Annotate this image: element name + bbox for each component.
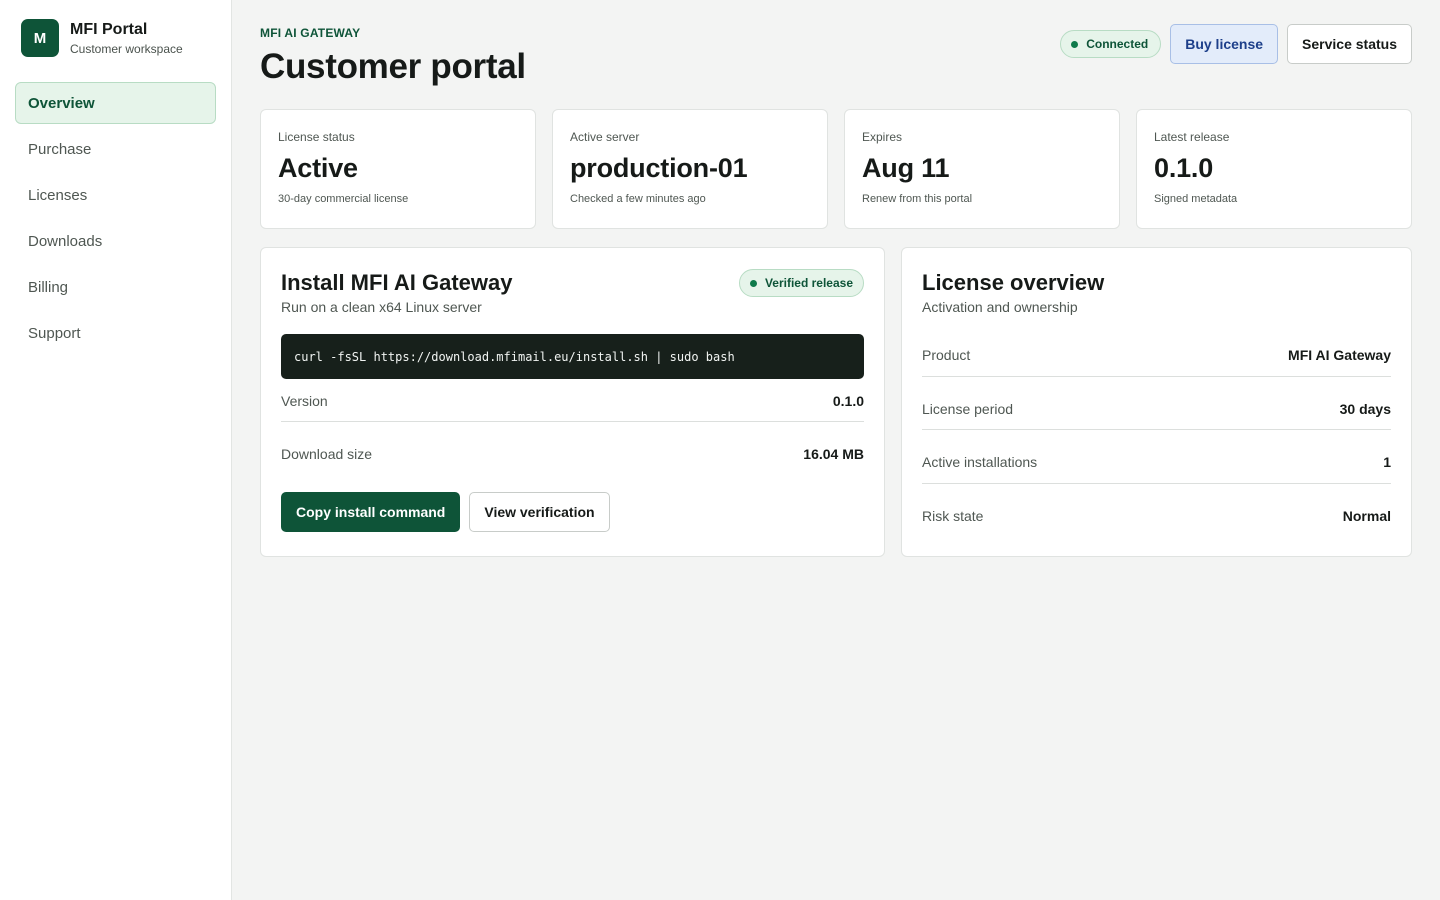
stat-label: Latest release — [1154, 130, 1230, 144]
stat-subtext: Renew from this portal — [862, 193, 973, 205]
row-value: 0.1.0 — [832, 393, 864, 409]
stat-subtext: 30-day commercial license — [278, 193, 409, 205]
license-subtitle: Activation and ownership — [922, 299, 1078, 315]
stat-card-license-status: License status Active 30-day commercial … — [260, 109, 536, 229]
row-divider — [922, 483, 1391, 484]
sidebar: M MFI Portal Customer workspace Overview… — [0, 0, 232, 900]
brand-subtitle: Customer workspace — [70, 42, 183, 56]
service-status-button[interactable]: Service status — [1287, 24, 1412, 64]
brand-logo: M — [21, 19, 59, 57]
install-actions: Copy install command View verification — [281, 492, 610, 532]
version-row: Version 0.1.0 — [281, 391, 864, 411]
connection-label: Connected — [1086, 37, 1149, 51]
row-value: 16.04 MB — [803, 446, 864, 462]
license-panel: License overview Activation and ownershi… — [901, 247, 1412, 557]
brand[interactable]: M MFI Portal Customer workspace — [21, 19, 183, 57]
sidebar-item-licenses[interactable]: Licenses — [15, 174, 216, 216]
status-dot-icon — [749, 279, 757, 287]
sidebar-item-support[interactable]: Support — [15, 312, 216, 354]
stat-value: Active — [278, 153, 358, 183]
row-divider — [922, 429, 1391, 430]
buy-license-button[interactable]: Buy license — [1170, 24, 1279, 64]
install-title: Install MFI AI Gateway — [281, 270, 513, 295]
row-key: Active installations — [922, 454, 1038, 470]
stat-cards: License status Active 30-day commercial … — [260, 109, 1412, 229]
connection-badge: Connected — [1060, 30, 1162, 58]
brand-name: MFI Portal — [70, 21, 148, 38]
row-key: License period — [922, 401, 1014, 417]
sidebar-item-downloads[interactable]: Downloads — [15, 220, 216, 262]
verified-label: Verified release — [764, 276, 853, 290]
stat-card-active-server: Active server production-01 Checked a fe… — [552, 109, 828, 229]
view-verification-button[interactable]: View verification — [469, 492, 610, 532]
copy-install-command-button[interactable]: Copy install command — [281, 492, 461, 532]
stat-value: production-01 — [570, 153, 748, 183]
row-value: Normal — [1342, 508, 1391, 524]
stat-label: Expires — [862, 130, 903, 144]
install-command-block[interactable]: curl -fsSL https://download.mfimail.eu/i… — [281, 334, 864, 379]
row-key: Version — [281, 393, 328, 409]
verified-release-badge: Verified release — [738, 269, 864, 297]
sidebar-nav: Overview Purchase Licenses Downloads Bil… — [15, 82, 216, 358]
stat-subtext: Checked a few minutes ago — [570, 193, 706, 205]
brand-text: MFI Portal Customer workspace — [70, 20, 183, 56]
stat-value: Aug 11 — [862, 153, 950, 183]
page-eyebrow: MFI AI GATEWAY — [260, 26, 361, 40]
row-value: 30 days — [1339, 401, 1391, 417]
sidebar-item-billing[interactable]: Billing — [15, 266, 216, 308]
row-value: MFI AI Gateway — [1288, 347, 1391, 363]
row-key: Download size — [281, 446, 373, 462]
install-panel: Install MFI AI Gateway Run on a clean x6… — [260, 247, 885, 557]
stat-card-latest-release: Latest release 0.1.0 Signed metadata — [1136, 109, 1412, 229]
row-value: 1 — [1383, 454, 1391, 470]
header-actions: Connected Buy license Service status — [1060, 24, 1412, 64]
page-title: Customer portal — [260, 47, 526, 86]
install-subtitle: Run on a clean x64 Linux server — [281, 299, 482, 315]
stat-card-expires: Expires Aug 11 Renew from this portal — [844, 109, 1120, 229]
sidebar-item-overview[interactable]: Overview — [15, 82, 216, 124]
stat-label: Active server — [570, 130, 640, 144]
download-size-row: Download size 16.04 MB — [281, 444, 864, 464]
row-divider — [281, 421, 864, 422]
license-period-row: License period 30 days — [922, 399, 1391, 419]
stat-subtext: Signed metadata — [1154, 193, 1238, 205]
status-dot-icon — [1071, 40, 1079, 48]
row-divider — [922, 376, 1391, 377]
active-installations-row: Active installations 1 — [922, 452, 1391, 472]
stat-value: 0.1.0 — [1154, 153, 1214, 183]
license-title: License overview — [922, 270, 1105, 295]
stat-label: License status — [278, 130, 355, 144]
risk-state-row: Risk state Normal — [922, 506, 1391, 526]
row-key: Risk state — [922, 508, 984, 524]
product-row: Product MFI AI Gateway — [922, 345, 1391, 365]
row-key: Product — [922, 347, 971, 363]
sidebar-item-purchase[interactable]: Purchase — [15, 128, 216, 170]
